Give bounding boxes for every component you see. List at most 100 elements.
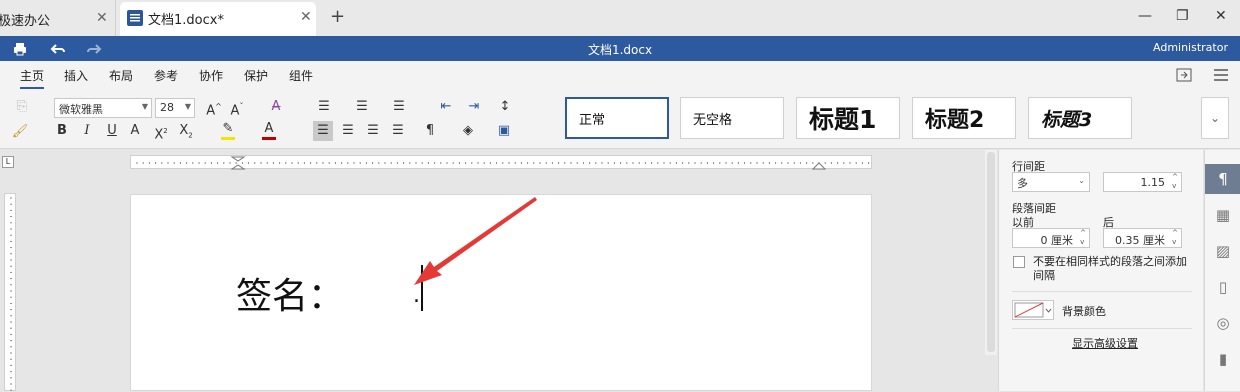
minimize-button[interactable]: — [1138, 8, 1152, 24]
underline-icon[interactable]: U [102, 121, 122, 141]
style-heading2[interactable]: 标题2 [912, 97, 1016, 139]
bold-icon[interactable]: B [52, 121, 72, 141]
clear-format-icon[interactable]: A̶ [266, 97, 286, 117]
header-footer-icon[interactable]: ▯ [1205, 272, 1240, 302]
style-no-spacing-label: 无空格 [693, 112, 733, 128]
align-right-icon[interactable]: ☰ [363, 121, 383, 141]
line-spacing-value-input[interactable]: 1.15 ^ v [1103, 172, 1182, 192]
subscript-icon[interactable]: X2 [176, 121, 196, 141]
close-tab-icon[interactable]: ✕ [300, 9, 312, 25]
bullet-list-icon[interactable]: ☰ [314, 97, 334, 117]
title-bar: 文档1.docx Administrator [0, 36, 1240, 61]
tab-layout[interactable]: 布局 [109, 67, 133, 84]
style-heading1[interactable]: 标题1 [796, 97, 900, 139]
style-heading3[interactable]: 标题3 [1028, 97, 1132, 139]
spacing-before-input[interactable]: 0 厘米 ^ v [1012, 228, 1090, 248]
hamburger-menu-icon[interactable] [1214, 69, 1228, 81]
font-color-icon[interactable]: A [259, 119, 279, 140]
tab-home[interactable]: 主页 [20, 67, 45, 89]
format-painter-icon[interactable]: 🖌 [10, 122, 30, 142]
line-spacing-mode-select[interactable]: 多 ⌄ [1012, 172, 1090, 192]
increase-font-icon[interactable]: A^ [204, 97, 224, 118]
vertical-scrollbar[interactable] [985, 150, 997, 355]
borders-icon[interactable]: ▣ [494, 121, 514, 141]
toolbar: ⎘ 🖌 微软雅黑 ▼ 28 ▼ A^ Aˇ A̶ B I U A X2 X2 ✎ A… [0, 89, 1240, 149]
tab-document[interactable]: 文档1.docx* ✕ [120, 2, 316, 36]
table-settings-icon[interactable]: ▦ [1205, 200, 1240, 230]
style-normal-label: 正常 [579, 112, 606, 128]
strikethrough-icon[interactable]: A [125, 121, 145, 141]
multilevel-list-icon[interactable]: ☰ [389, 97, 409, 117]
copy-icon[interactable]: ⎘ [12, 97, 32, 117]
highlight-icon[interactable]: ✎ [218, 119, 238, 140]
menu-bar: 主页 插入 布局 参考 协作 保护 组件 [0, 61, 1240, 89]
spinner-icon[interactable]: ^ v [1172, 229, 1178, 247]
style-normal[interactable]: 正常 [565, 97, 669, 139]
signature-text[interactable]: 签名： [236, 267, 344, 319]
increase-indent-icon[interactable]: ⇥ [464, 97, 484, 117]
numbered-list-icon[interactable]: ☰ [352, 97, 372, 117]
new-tab-button[interactable]: + [330, 6, 345, 27]
tab-app[interactable]: 极速办公 ✕ [0, 0, 116, 36]
document-title: 文档1.docx [587, 43, 653, 57]
italic-icon[interactable]: I [77, 121, 97, 141]
tab-collaborate[interactable]: 协作 [199, 67, 223, 84]
font-size-value: 28 [160, 101, 174, 114]
style-heading1-label: 标题1 [809, 105, 877, 134]
spacing-before-value: 0 厘米 [1040, 234, 1074, 247]
decrease-font-icon[interactable]: Aˇ [227, 97, 247, 118]
close-window-button[interactable]: ✕ [1215, 8, 1227, 24]
font-name-value: 微软雅黑 [59, 103, 103, 116]
styles-expand-button[interactable]: ⌄ [1201, 97, 1229, 139]
line-spacing-icon[interactable]: ↕ [495, 97, 515, 117]
spinner-icon[interactable]: ^ v [1172, 173, 1178, 191]
line-spacing-mode-value: 多 [1017, 177, 1028, 190]
no-space-label: 不要在相同样式的段落之间添加间隔 [1033, 255, 1187, 282]
tab-protect[interactable]: 保护 [244, 67, 268, 84]
tab-stop-selector[interactable]: L [2, 156, 14, 168]
style-heading3-label: 标题3 [1041, 108, 1093, 131]
spacing-after-input[interactable]: 0.35 厘米 ^ v [1103, 228, 1182, 248]
paragraph-settings-icon[interactable]: ¶ [1205, 164, 1240, 194]
horizontal-ruler[interactable] [130, 155, 872, 170]
style-heading2-label: 标题2 [925, 108, 985, 133]
superscript-icon[interactable]: X2 [151, 121, 171, 142]
background-color-picker[interactable] [1012, 300, 1054, 320]
vertical-ruler[interactable] [4, 193, 16, 391]
no-color-swatch-icon [1014, 302, 1052, 318]
document-icon [127, 10, 143, 26]
close-tab-icon[interactable]: ✕ [96, 10, 108, 26]
font-size-select[interactable]: 28 ▼ [155, 98, 195, 118]
tab-components[interactable]: 组件 [289, 67, 313, 84]
chevron-down-icon: ⌄ [1209, 111, 1221, 125]
tab-document-label: 文档1.docx* [148, 13, 224, 28]
chart-settings-icon[interactable]: ▮ [1205, 344, 1240, 374]
align-left-icon[interactable]: ☰ [313, 121, 333, 141]
tab-bar: 极速办公 ✕ 文档1.docx* ✕ + — ❐ ✕ [0, 0, 1240, 36]
justify-icon[interactable]: ☰ [388, 121, 408, 141]
line-spacing-value: 1.15 [1140, 176, 1166, 189]
image-settings-icon[interactable]: ▨ [1205, 236, 1240, 266]
tab-app-label: 极速办公 [0, 14, 51, 29]
style-no-spacing[interactable]: 无空格 [680, 97, 784, 139]
spacing-after-value: 0.35 厘米 [1115, 234, 1165, 247]
scrollbar-thumb[interactable] [987, 152, 995, 352]
no-space-checkbox[interactable] [1013, 256, 1025, 268]
font-name-select[interactable]: 微软雅黑 ▼ [54, 98, 152, 118]
pilcrow-icon[interactable]: ¶ [420, 121, 440, 141]
align-center-icon[interactable]: ☰ [338, 121, 358, 141]
paragraph-settings-panel: 行间距 多 ⌄ 1.15 ^ v 段落间距 以前 后 0 厘米 ^ v 0.35 厘米 ^ v… [998, 150, 1203, 391]
annotation-arrow-icon [414, 197, 537, 285]
spinner-icon[interactable]: ^ v [1080, 229, 1086, 247]
shading-icon[interactable]: ◈ [458, 121, 478, 141]
advanced-settings-link[interactable]: 显示高级设置 [1072, 335, 1138, 351]
user-name[interactable]: Administrator [1153, 41, 1228, 54]
restore-button[interactable]: ❐ [1176, 8, 1189, 24]
background-color-label: 背景颜色 [1062, 305, 1106, 318]
open-location-icon[interactable] [1176, 68, 1192, 82]
right-sidebar: ¶ ▦ ▨ ▯ ◎ ▮ [1204, 150, 1240, 391]
tab-insert[interactable]: 插入 [64, 67, 88, 84]
tab-reference[interactable]: 参考 [154, 67, 178, 84]
decrease-indent-icon[interactable]: ⇤ [436, 97, 456, 117]
shape-settings-icon[interactable]: ◎ [1205, 308, 1240, 338]
